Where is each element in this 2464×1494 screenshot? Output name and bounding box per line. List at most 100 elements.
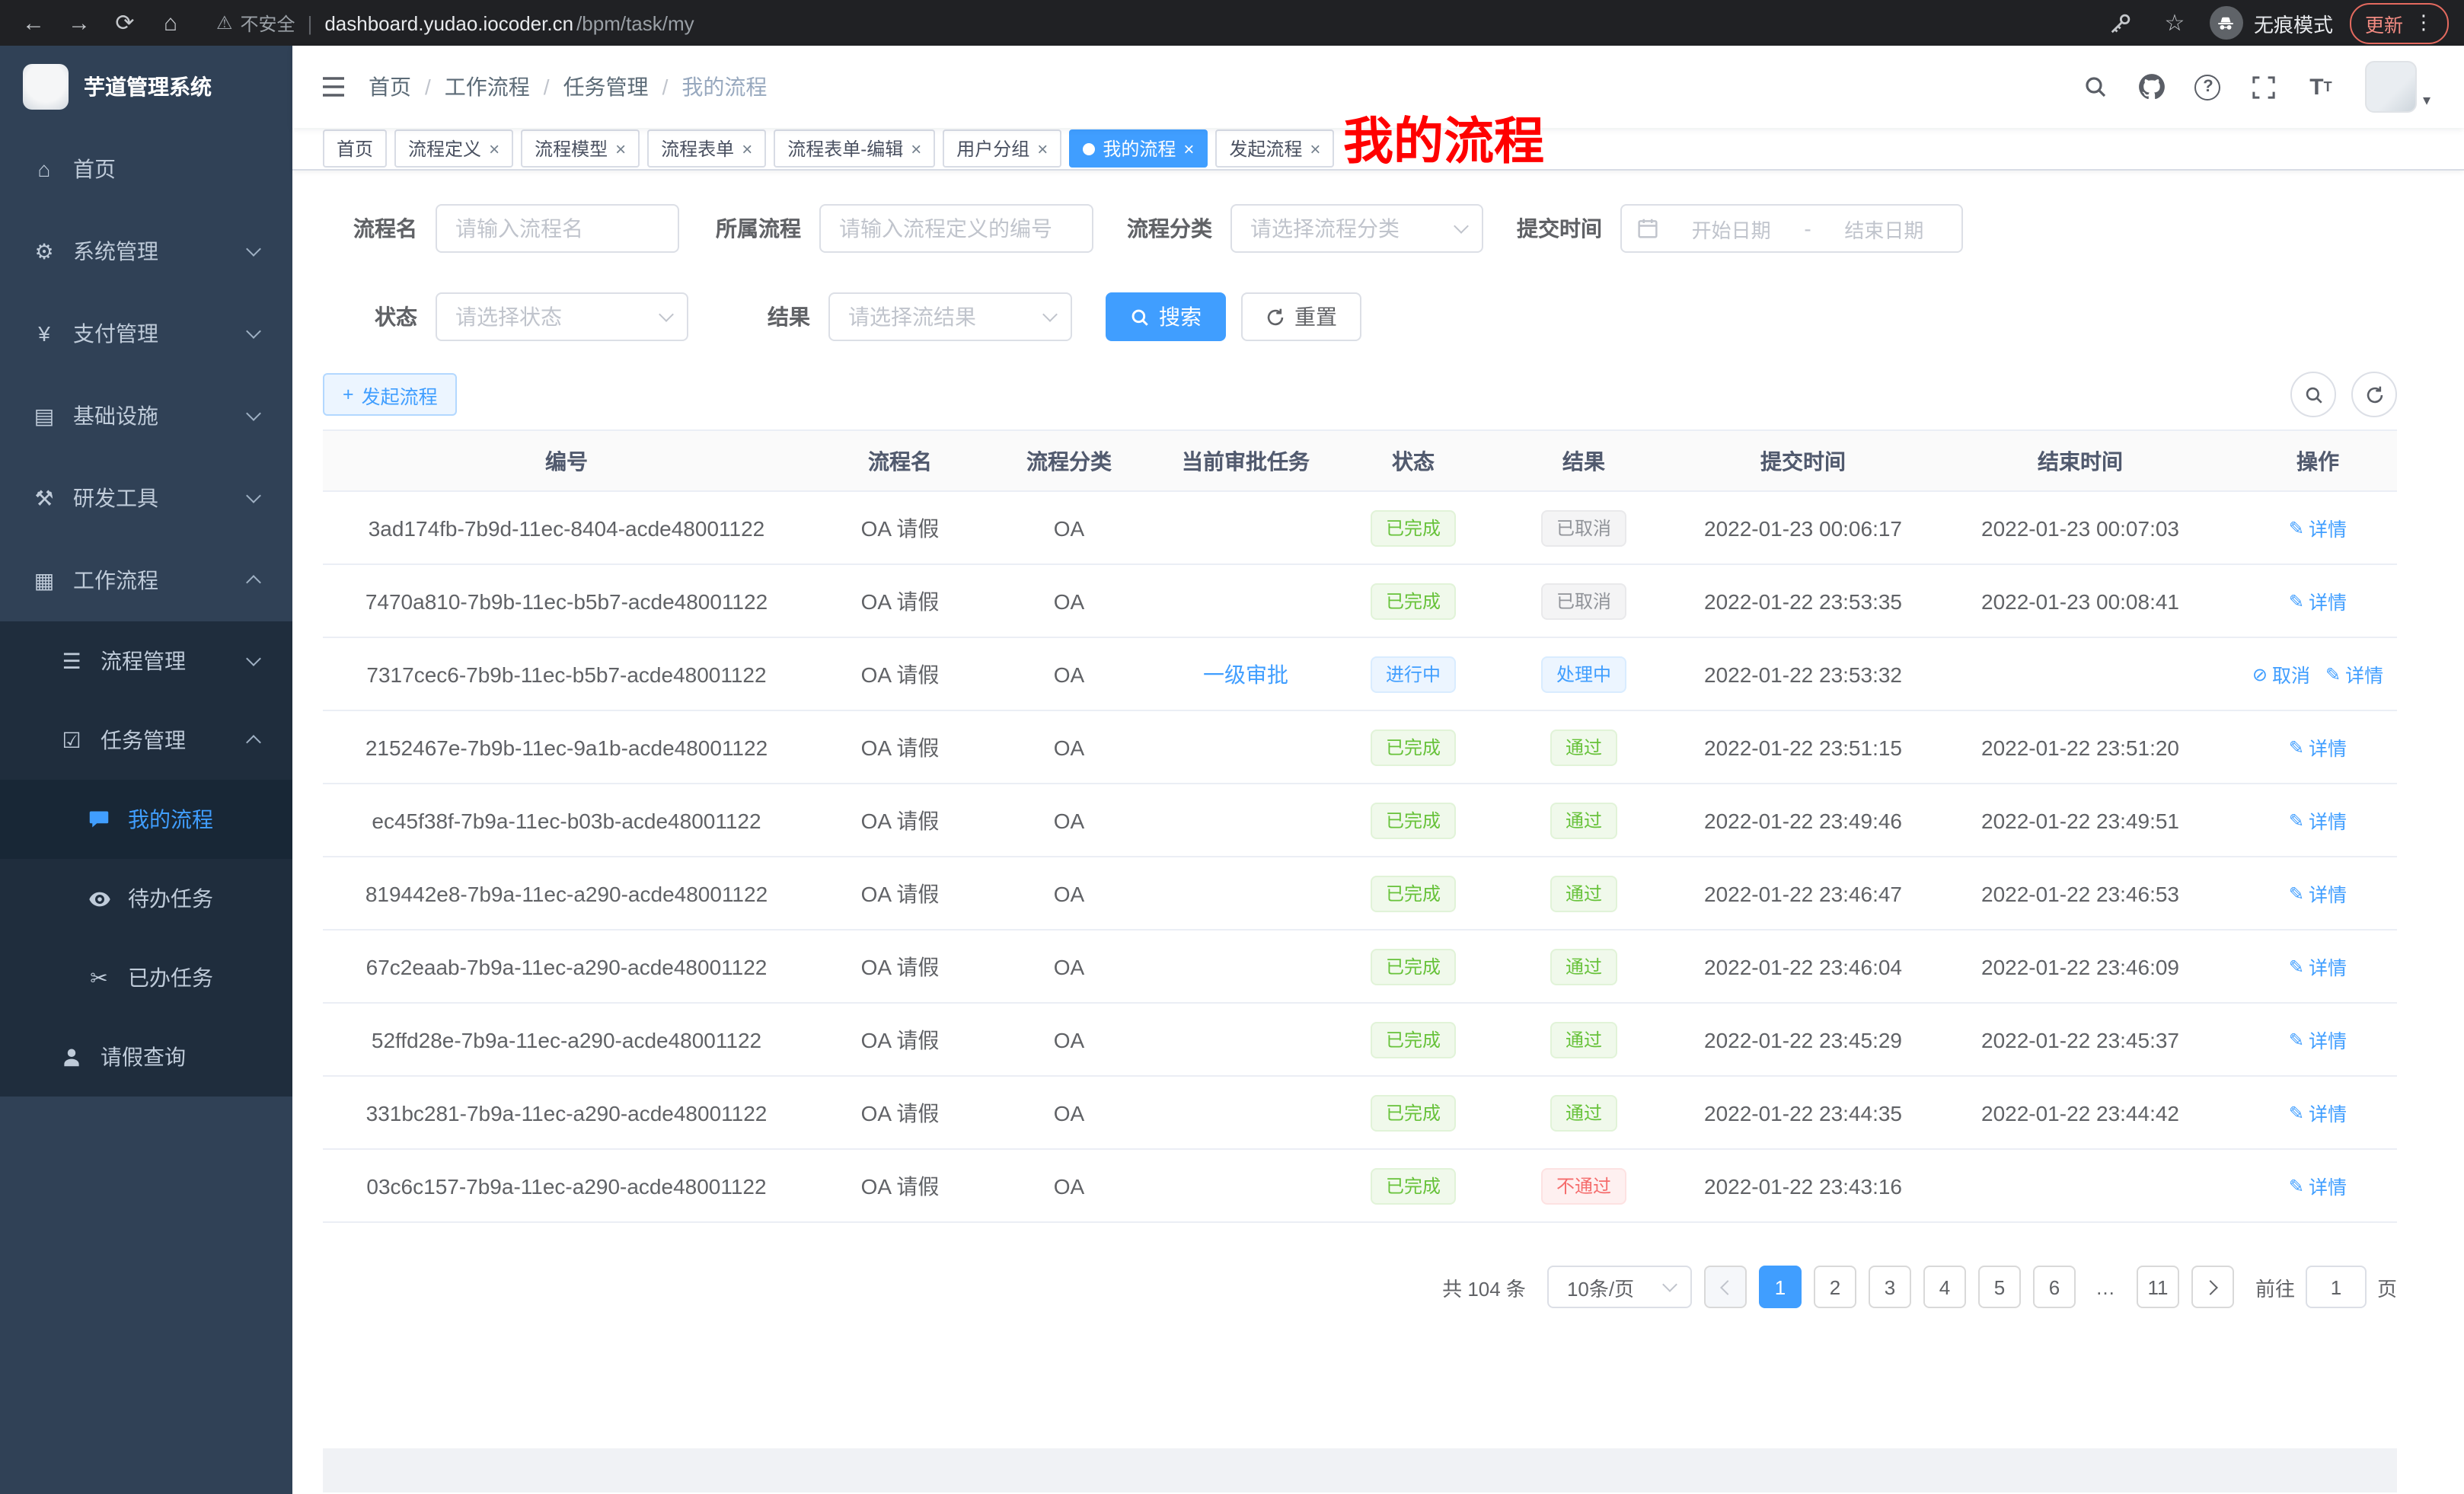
result-badge: 通过 bbox=[1550, 1021, 1617, 1058]
font-size-icon[interactable]: TT bbox=[2300, 64, 2342, 110]
tab-my-process[interactable]: 我的流程× bbox=[1069, 129, 1208, 168]
page-button-2[interactable]: 2 bbox=[1814, 1266, 1856, 1308]
page-button-3[interactable]: 3 bbox=[1869, 1266, 1911, 1308]
process-definition-input[interactable] bbox=[819, 204, 1093, 253]
tab-process-form-edit[interactable]: 流程表单-编辑× bbox=[774, 129, 935, 168]
page-button-11[interactable]: 11 bbox=[2137, 1266, 2179, 1308]
process-name-input[interactable] bbox=[436, 204, 679, 253]
sidebar-item-leave-query[interactable]: 请假查询 bbox=[0, 1017, 292, 1097]
close-icon[interactable]: × bbox=[1037, 138, 1048, 159]
cancel-link[interactable]: ⊘取消 bbox=[2252, 659, 2310, 688]
tab-home[interactable]: 首页 bbox=[323, 129, 387, 168]
browser-back-icon[interactable]: ← bbox=[15, 5, 52, 41]
avatar[interactable] bbox=[2365, 61, 2417, 113]
chevron-down-icon bbox=[659, 307, 674, 322]
breadcrumb-task-management[interactable]: 任务管理 bbox=[563, 72, 649, 102]
result-badge: 处理中 bbox=[1541, 656, 1626, 692]
key-icon[interactable] bbox=[2103, 5, 2140, 41]
sidebar-item-done-tasks[interactable]: ✂ 已办任务 bbox=[0, 938, 292, 1017]
hamburger-icon[interactable] bbox=[320, 75, 347, 99]
sidebar-item-home[interactable]: ⌂ 首页 bbox=[0, 128, 292, 210]
close-icon[interactable]: × bbox=[615, 138, 626, 159]
detail-link[interactable]: ✎详情 bbox=[2289, 1171, 2347, 1200]
status-select[interactable]: 请选择状态 bbox=[436, 292, 688, 341]
sidebar-item-devtools[interactable]: ⚒ 研发工具 bbox=[0, 457, 292, 539]
tab-process-definition[interactable]: 流程定义× bbox=[394, 129, 513, 168]
sidebar-item-process-management[interactable]: ☰ 流程管理 bbox=[0, 621, 292, 701]
page-button-6[interactable]: 6 bbox=[2033, 1266, 2076, 1308]
date-range-picker[interactable]: 开始日期 - 结束日期 bbox=[1620, 204, 1963, 253]
toggle-search-button[interactable] bbox=[2290, 372, 2336, 417]
current-task-link[interactable]: 一级审批 bbox=[1203, 662, 1288, 686]
github-icon[interactable] bbox=[2130, 64, 2173, 110]
cell-name: OA 请假 bbox=[810, 1076, 990, 1149]
end-date-placeholder[interactable]: 结束日期 bbox=[1822, 214, 1946, 243]
start-process-button[interactable]: + 发起流程 bbox=[323, 373, 458, 416]
page-button-5[interactable]: 5 bbox=[1978, 1266, 2021, 1308]
sidebar-item-todo-tasks[interactable]: 待办任务 bbox=[0, 859, 292, 938]
tab-process-model[interactable]: 流程模型× bbox=[521, 129, 640, 168]
detail-link[interactable]: ✎详情 bbox=[2289, 513, 2347, 542]
sidebar-item-system[interactable]: ⚙ 系统管理 bbox=[0, 210, 292, 292]
bookmark-star-icon[interactable]: ☆ bbox=[2156, 5, 2193, 41]
cell-id: 331bc281-7b9a-11ec-a290-acde48001122 bbox=[323, 1076, 810, 1149]
incognito-badge[interactable]: 无痕模式 bbox=[2210, 6, 2333, 40]
sidebar-item-infrastructure[interactable]: ▤ 基础设施 bbox=[0, 375, 292, 457]
browser-home-icon[interactable]: ⌂ bbox=[152, 5, 189, 41]
browser-update-button[interactable]: 更新 ⋮ bbox=[2350, 2, 2449, 43]
detail-link[interactable]: ✎详情 bbox=[2289, 1098, 2347, 1127]
detail-link[interactable]: ✎详情 bbox=[2289, 952, 2347, 981]
category-select[interactable]: 请选择流程分类 bbox=[1230, 204, 1483, 253]
process-table: 编号 流程名 流程分类 当前审批任务 状态 结果 提交时间 结束时间 操作 3a… bbox=[323, 429, 2397, 1223]
detail-link[interactable]: ✎详情 bbox=[2289, 733, 2347, 761]
table-row: ec45f38f-7b9a-11ec-b03b-acde48001122 OA … bbox=[323, 784, 2397, 857]
more-pages-icon[interactable]: … bbox=[2088, 1275, 2124, 1298]
detail-link[interactable]: ✎详情 bbox=[2325, 659, 2383, 688]
refresh-button[interactable] bbox=[2351, 372, 2397, 417]
close-icon[interactable]: × bbox=[1310, 138, 1320, 159]
user-menu[interactable]: ▾ bbox=[2365, 61, 2430, 113]
prev-page-button[interactable] bbox=[1704, 1266, 1747, 1308]
tab-start-process[interactable]: 发起流程× bbox=[1215, 129, 1334, 168]
detail-link[interactable]: ✎详情 bbox=[2289, 586, 2347, 615]
browser-reload-icon[interactable]: ⟳ bbox=[107, 5, 143, 41]
search-icon[interactable] bbox=[2074, 64, 2117, 110]
logo-image bbox=[23, 64, 69, 110]
address-bar[interactable]: ⚠ 不安全 | dashboard.yudao.iocoder.cn /bpm/… bbox=[216, 10, 694, 36]
edit-icon: ✎ bbox=[2289, 590, 2304, 611]
cell-submit-time: 2022-01-23 00:06:17 bbox=[1684, 491, 1922, 564]
close-icon[interactable]: × bbox=[742, 138, 752, 159]
breadcrumb-workflow[interactable]: 工作流程 bbox=[445, 72, 530, 102]
fullscreen-icon[interactable] bbox=[2243, 64, 2286, 110]
search-button[interactable]: 搜索 bbox=[1106, 292, 1226, 341]
close-icon[interactable]: × bbox=[1183, 138, 1194, 159]
detail-link[interactable]: ✎详情 bbox=[2289, 1025, 2347, 1054]
page-size-select[interactable]: 10条/页 bbox=[1547, 1266, 1692, 1308]
detail-link[interactable]: ✎详情 bbox=[2289, 879, 2347, 908]
page-button-4[interactable]: 4 bbox=[1923, 1266, 1966, 1308]
cell-actions: ⊘取消 ✎详情 bbox=[2239, 637, 2397, 710]
sidebar-item-payment[interactable]: ¥ 支付管理 bbox=[0, 292, 292, 375]
browser-menu-icon[interactable]: ⋮ bbox=[2414, 11, 2434, 35]
page-button-1[interactable]: 1 bbox=[1759, 1266, 1802, 1308]
start-date-placeholder[interactable]: 开始日期 bbox=[1669, 214, 1793, 243]
goto-page-input[interactable] bbox=[2306, 1266, 2367, 1308]
tab-process-form[interactable]: 流程表单× bbox=[647, 129, 766, 168]
cell-end-time: 2022-01-22 23:44:42 bbox=[1922, 1076, 2239, 1149]
cell-category: OA bbox=[990, 564, 1148, 637]
result-select[interactable]: 请选择流结果 bbox=[828, 292, 1072, 341]
close-icon[interactable]: × bbox=[911, 138, 921, 159]
tab-user-group[interactable]: 用户分组× bbox=[943, 129, 1061, 168]
cell-submit-time: 2022-01-22 23:46:47 bbox=[1684, 857, 1922, 930]
help-icon[interactable]: ? bbox=[2187, 64, 2229, 110]
browser-forward-icon[interactable]: → bbox=[61, 5, 97, 41]
sidebar-item-workflow[interactable]: ▦ 工作流程 bbox=[0, 539, 292, 621]
next-page-button[interactable] bbox=[2191, 1266, 2234, 1308]
sidebar-item-task-management[interactable]: ☑ 任务管理 bbox=[0, 701, 292, 780]
detail-link[interactable]: ✎详情 bbox=[2289, 806, 2347, 835]
reset-button[interactable]: 重置 bbox=[1241, 292, 1361, 341]
sidebar-item-my-process[interactable]: 我的流程 bbox=[0, 780, 292, 859]
app-logo[interactable]: 芋道管理系统 bbox=[0, 46, 292, 128]
close-icon[interactable]: × bbox=[489, 138, 500, 159]
breadcrumb-home[interactable]: 首页 bbox=[369, 72, 411, 102]
